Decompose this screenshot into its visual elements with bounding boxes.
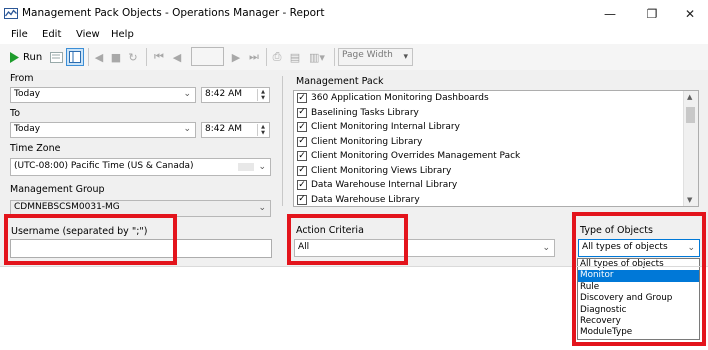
scroll-thumb[interactable] (686, 107, 695, 123)
stop-icon[interactable]: ■ (109, 49, 123, 65)
scroll-down-icon[interactable]: ▼ (687, 196, 692, 204)
run-button[interactable]: Run (10, 50, 50, 64)
mgmt-pack-item[interactable]: ✓ Client Monitoring Internal Library (294, 120, 684, 135)
username-highlight-box (4, 214, 177, 265)
print-icon[interactable]: ⎙ (270, 49, 284, 65)
menu-edit[interactable]: Edit (42, 29, 61, 40)
close-button[interactable]: ✕ (670, 2, 708, 26)
last-page-icon[interactable]: ⏭ (247, 49, 261, 65)
toolbar-separator (266, 48, 267, 66)
mgmt-pack-label: Management Pack (296, 76, 384, 87)
mgmt-pack-item-label: Client Monitoring Overrides Management P… (311, 151, 521, 162)
to-label: To (10, 108, 21, 119)
mgmt-group-value: CDMNEBSCSM0031-MG (14, 202, 120, 212)
menu-bar (0, 28, 708, 44)
refresh-icon[interactable]: ↻ (126, 49, 140, 65)
to-time-input[interactable]: 8:42 AM ▲ ▼ (201, 122, 270, 138)
run-label: Run (23, 51, 43, 63)
page-number-input[interactable] (191, 47, 224, 66)
export-icon[interactable]: ▥▾ (305, 49, 329, 65)
time-spinner-icon[interactable]: ▲ ▼ (257, 124, 268, 136)
chevron-down-icon: ⌄ (258, 203, 266, 213)
to-date-select[interactable]: Today ⌄ (10, 122, 196, 138)
mgmt-pack-item[interactable]: ✓ Data Warehouse Internal Library (294, 178, 684, 193)
checkbox-checked-icon[interactable]: ✓ (297, 107, 307, 118)
toolbar-separator (88, 48, 89, 66)
next-page-icon[interactable]: ▶ (229, 49, 243, 65)
panel-divider (282, 76, 283, 206)
mgmt-pack-item[interactable]: ✓ Data Warehouse Library (294, 193, 684, 207)
checkbox-checked-icon[interactable]: ✓ (297, 151, 307, 162)
menu-help[interactable]: Help (111, 29, 134, 40)
from-time-input[interactable]: 8:42 AM ▲ ▼ (201, 87, 270, 103)
checkbox-checked-icon[interactable]: ✓ (297, 180, 307, 191)
mgmt-pack-item[interactable]: ✓ Baselining Tasks Library (294, 106, 684, 121)
mgmt-pack-item-label: 360 Application Monitoring Dashboards (311, 93, 489, 104)
timezone-label: Time Zone (10, 143, 61, 154)
mgmt-pack-item[interactable]: ✓ Client Monitoring Library (294, 135, 684, 150)
type-highlight-box (572, 212, 706, 346)
toolbar-separator (146, 48, 147, 66)
zoom-select[interactable]: Page Width ▾ (338, 48, 413, 66)
report-window-icon (4, 8, 18, 19)
time-spinner-icon[interactable]: ▲ ▼ (257, 89, 268, 101)
mgmt-pack-item[interactable]: ✓ 360 Application Monitoring Dashboards (294, 91, 684, 106)
restore-button[interactable]: ❐ (632, 2, 672, 26)
mgmt-pack-item[interactable]: ✓ Client Monitoring Overrides Management … (294, 149, 684, 164)
checkbox-checked-icon[interactable]: ✓ (297, 194, 307, 205)
menu-view[interactable]: View (76, 29, 100, 40)
chevron-down-icon: ▾ (403, 52, 408, 62)
mgmt-pack-item[interactable]: ✓ Client Monitoring Views Library (294, 164, 684, 179)
to-time-value: 8:42 AM (205, 124, 242, 134)
chevron-down-icon: ⌄ (258, 162, 266, 172)
mgmt-pack-list[interactable]: ✓ 360 Application Monitoring Dashboards ✓… (293, 90, 699, 207)
mgmt-pack-item-label: Data Warehouse Library (311, 194, 420, 205)
mgmt-pack-item-label: Client Monitoring Library (311, 136, 423, 147)
mgmt-pack-item-label: Baselining Tasks Library (311, 107, 419, 118)
to-date-value: Today (14, 124, 41, 134)
document-map-icon (69, 51, 81, 63)
window-title: Management Pack Objects - Operations Man… (22, 7, 325, 19)
checkbox-checked-icon[interactable]: ✓ (297, 136, 307, 147)
from-label: From (10, 73, 34, 84)
zoom-value: Page Width (342, 50, 393, 60)
chevron-down-icon: ⌄ (542, 243, 550, 253)
document-map-button[interactable] (66, 48, 84, 66)
mgmt-pack-item-label: Client Monitoring Views Library (311, 165, 452, 176)
from-date-select[interactable]: Today ⌄ (10, 87, 196, 103)
from-time-value: 8:42 AM (205, 89, 242, 99)
scroll-up-icon[interactable]: ▲ (687, 93, 692, 101)
mgmt-pack-scrollbar[interactable]: ▲ ▼ (683, 91, 698, 206)
checkbox-checked-icon[interactable]: ✓ (297, 122, 307, 133)
first-page-icon[interactable]: ⏮ (152, 49, 166, 65)
run-play-icon (10, 51, 19, 63)
timezone-select[interactable]: (UTC-08:00) Pacific Time (US & Canada) ⌄ (10, 158, 271, 176)
mgmt-pack-item-label: Client Monitoring Internal Library (311, 122, 460, 133)
minimize-button[interactable]: — (590, 2, 630, 26)
checkbox-checked-icon[interactable]: ✓ (297, 93, 307, 104)
previous-page-icon[interactable]: ◀ (170, 49, 184, 65)
combo-button-face (238, 163, 254, 171)
action-criteria-highlight-box (287, 214, 408, 265)
checkbox-checked-icon[interactable]: ✓ (297, 165, 307, 176)
chevron-down-icon: ⌄ (183, 89, 191, 99)
menu-file[interactable]: File (11, 29, 28, 40)
toolbar-separator (334, 48, 335, 66)
print-layout-icon[interactable]: ▤ (288, 49, 302, 65)
from-date-value: Today (14, 89, 41, 99)
back-arrow-icon[interactable]: ◀ (92, 49, 106, 65)
mgmt-group-label: Management Group (10, 184, 105, 195)
chevron-down-icon: ⌄ (183, 124, 191, 134)
timezone-value: (UTC-08:00) Pacific Time (US & Canada) (14, 161, 194, 171)
parameters-icon[interactable] (48, 49, 64, 65)
mgmt-pack-item-label: Data Warehouse Internal Library (311, 180, 458, 191)
